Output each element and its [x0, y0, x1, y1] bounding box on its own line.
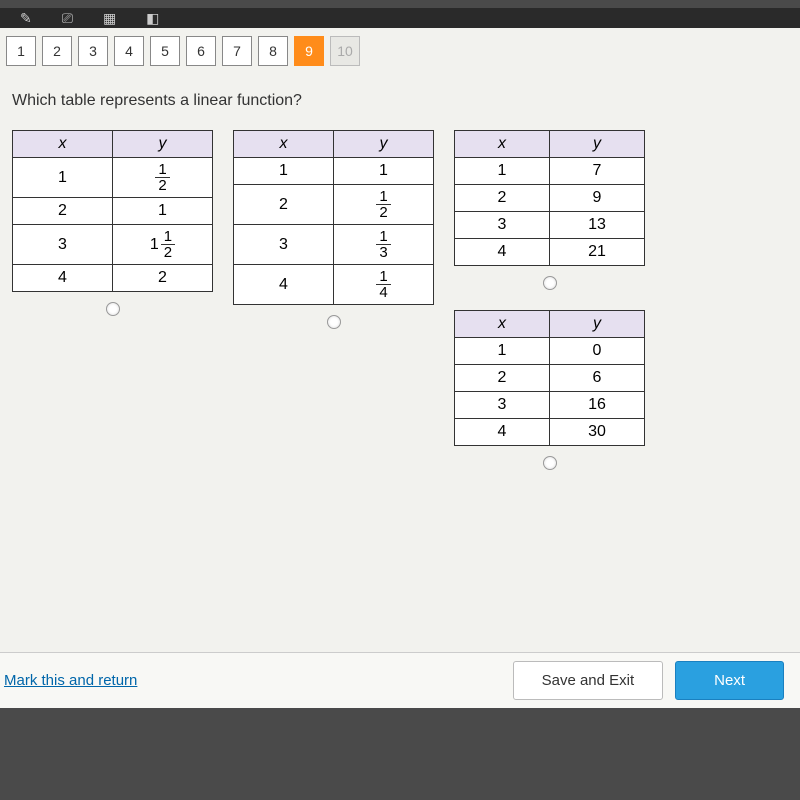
table-cell: 1	[234, 158, 334, 185]
table-cell: 1	[13, 158, 113, 198]
save-exit-button[interactable]: Save and Exit	[513, 661, 664, 700]
option-2: xy11212313414	[233, 130, 434, 329]
table-cell: 3	[455, 392, 550, 419]
table-cell: 4	[234, 265, 334, 305]
table-cell: 1	[455, 338, 550, 365]
nav-item-3[interactable]: 3	[78, 36, 108, 66]
toolbar-icon-1[interactable]: ✎	[20, 10, 32, 27]
nav-item-8[interactable]: 8	[258, 36, 288, 66]
nav-item-2[interactable]: 2	[42, 36, 72, 66]
table-cell: 4	[455, 239, 550, 266]
radio-option-1[interactable]	[106, 302, 120, 316]
table-row: 42	[13, 265, 213, 292]
table-row: 316	[455, 392, 645, 419]
table-header: x	[13, 131, 113, 158]
table-row: 212	[234, 185, 434, 225]
answer-options: xy11221311242 xy11212313414 xy1729313421…	[0, 122, 800, 478]
table-cell: 112	[113, 225, 213, 265]
option-4: xy1026316430	[454, 310, 645, 470]
table-cell: 3	[234, 225, 334, 265]
table-row: 29	[455, 185, 645, 212]
table-cell: 16	[550, 392, 645, 419]
table-header: x	[455, 311, 550, 338]
table-row: 313	[455, 212, 645, 239]
table-cell: 12	[113, 158, 213, 198]
data-table-2: xy11212313414	[233, 130, 434, 305]
nav-item-5[interactable]: 5	[150, 36, 180, 66]
table-header: y	[550, 311, 645, 338]
table-row: 430	[455, 419, 645, 446]
nav-item-6[interactable]: 6	[186, 36, 216, 66]
table-cell: 6	[550, 365, 645, 392]
table-cell: 2	[234, 185, 334, 225]
table-cell: 0	[550, 338, 645, 365]
nav-item-7[interactable]: 7	[222, 36, 252, 66]
next-button[interactable]: Next	[675, 661, 784, 700]
table-cell: 4	[13, 265, 113, 292]
table-cell: 13	[334, 225, 434, 265]
table-cell: 2	[113, 265, 213, 292]
nav-item-10: 10	[330, 36, 360, 66]
option-3: xy1729313421	[454, 130, 645, 290]
table-header: y	[113, 131, 213, 158]
table-cell: 1	[113, 198, 213, 225]
table-header: y	[550, 131, 645, 158]
table-cell: 14	[334, 265, 434, 305]
table-cell: 1	[334, 158, 434, 185]
table-header: x	[234, 131, 334, 158]
toolbar-icon-2[interactable]: ⎚	[62, 10, 73, 27]
table-cell: 3	[13, 225, 113, 265]
radio-option-4[interactable]	[543, 456, 557, 470]
table-row: 10	[455, 338, 645, 365]
table-header: x	[455, 131, 550, 158]
table-cell: 21	[550, 239, 645, 266]
nav-item-1[interactable]: 1	[6, 36, 36, 66]
mark-and-return-link[interactable]: Mark this and return	[0, 672, 137, 689]
footer-bar: Mark this and return Save and Exit Next	[0, 652, 800, 708]
table-header: y	[334, 131, 434, 158]
table-row: 26	[455, 365, 645, 392]
toolbar-icon-3[interactable]: ▦	[103, 10, 116, 27]
table-cell: 9	[550, 185, 645, 212]
table-row: 17	[455, 158, 645, 185]
option-1: xy11221311242	[12, 130, 213, 316]
content-area: 12345678910 Which table represents a lin…	[0, 28, 800, 708]
data-table-4: xy1026316430	[454, 310, 645, 446]
toolbar-icon-4[interactable]: ◧	[146, 10, 159, 27]
question-nav: 12345678910	[0, 28, 800, 74]
table-cell: 7	[550, 158, 645, 185]
table-cell: 1	[455, 158, 550, 185]
table-row: 21	[13, 198, 213, 225]
table-cell: 4	[455, 419, 550, 446]
table-cell: 13	[550, 212, 645, 239]
table-row: 414	[234, 265, 434, 305]
table-row: 11	[234, 158, 434, 185]
data-table-3: xy1729313421	[454, 130, 645, 266]
table-cell: 30	[550, 419, 645, 446]
nav-item-4[interactable]: 4	[114, 36, 144, 66]
radio-option-3[interactable]	[543, 276, 557, 290]
table-cell: 12	[334, 185, 434, 225]
table-cell: 2	[455, 185, 550, 212]
table-row: 3112	[13, 225, 213, 265]
table-row: 421	[455, 239, 645, 266]
table-row: 112	[13, 158, 213, 198]
top-toolbar: ✎ ⎚ ▦ ◧	[0, 8, 800, 28]
table-row: 313	[234, 225, 434, 265]
table-cell: 3	[455, 212, 550, 239]
question-text: Which table represents a linear function…	[0, 74, 800, 122]
radio-option-2[interactable]	[327, 315, 341, 329]
table-cell: 2	[455, 365, 550, 392]
data-table-1: xy11221311242	[12, 130, 213, 292]
table-cell: 2	[13, 198, 113, 225]
nav-item-9[interactable]: 9	[294, 36, 324, 66]
